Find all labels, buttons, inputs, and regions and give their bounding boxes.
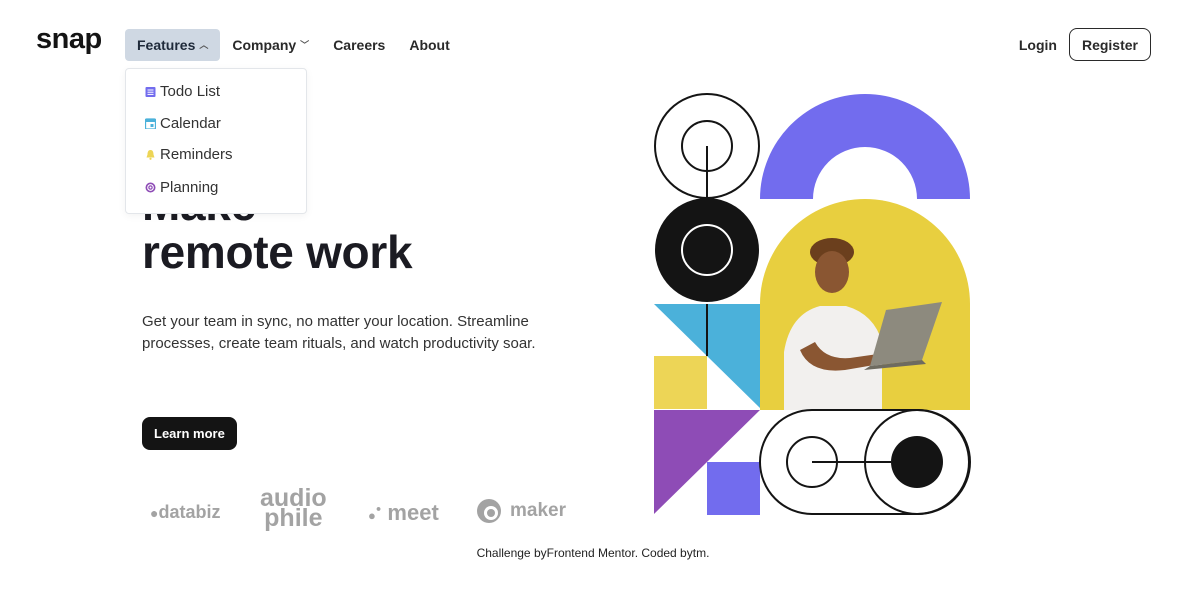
audiophile-line-2: phile xyxy=(264,504,323,532)
databiz-name: databiz xyxy=(158,502,221,522)
learn-more-button[interactable]: Learn more xyxy=(142,417,237,450)
attribution-footer: Challenge byFrontend Mentor. Coded bytm. xyxy=(0,546,1186,560)
menu-item-todo-list[interactable]: Todo List xyxy=(145,83,220,100)
databiz-logo: ●databiz xyxy=(150,502,220,523)
features-dropdown: Todo List Calendar Reminders Planning xyxy=(125,68,307,214)
register-button[interactable]: Register xyxy=(1068,28,1151,61)
footer-suffix: . xyxy=(706,546,710,560)
nav-careers[interactable]: Careers xyxy=(321,29,397,61)
menu-item-planning[interactable]: Planning xyxy=(145,179,218,196)
frontend-mentor-link[interactable]: Frontend Mentor xyxy=(547,546,635,560)
menu-item-calendar[interactable]: Calendar xyxy=(145,115,221,132)
auth-area: Login Register xyxy=(1019,28,1151,61)
nav-company[interactable]: Company ﹀ xyxy=(220,29,321,61)
nav-features[interactable]: Features ︿ xyxy=(125,29,221,61)
hero-description: Get your team in sync, no matter your lo… xyxy=(142,313,536,352)
maker-mark-icon xyxy=(477,499,501,523)
menu-item-label: Reminders xyxy=(160,146,233,163)
footer-middle: . Coded by xyxy=(634,546,693,560)
meet-name: meet xyxy=(387,500,439,525)
chevron-up-icon: ︿ xyxy=(199,39,209,50)
capsule-black-dot xyxy=(891,436,943,488)
chevron-down-icon: ﹀ xyxy=(300,39,310,50)
bell-icon xyxy=(146,150,155,160)
violet-arch xyxy=(760,94,970,199)
calendar-icon xyxy=(145,118,156,129)
nav-company-label: Company xyxy=(232,37,297,53)
menu-item-label: Planning xyxy=(160,179,219,196)
footer-prefix: Challenge by xyxy=(476,546,547,560)
menu-item-label: Calendar xyxy=(160,115,221,132)
menu-item-reminders[interactable]: Reminders xyxy=(145,146,233,163)
violet-square xyxy=(707,462,760,515)
snap-logo[interactable]: snap xyxy=(36,25,102,54)
client-logos: ●databiz audio phile ●● meet maker xyxy=(150,486,570,536)
nav-about[interactable]: About xyxy=(397,29,461,61)
menu-item-label: Todo List xyxy=(160,83,221,100)
maker-name: maker xyxy=(510,500,566,521)
nav-features-label: Features xyxy=(137,37,196,53)
headline-line-2: remote work xyxy=(142,226,413,279)
black-circle xyxy=(655,198,759,302)
author-link[interactable]: tm xyxy=(693,546,706,560)
maker-logo: maker xyxy=(476,498,566,524)
hero-illustration xyxy=(654,93,971,515)
todo-list-icon xyxy=(145,87,156,97)
yellow-square xyxy=(654,356,707,409)
login-link[interactable]: Login xyxy=(1019,37,1057,53)
audiophile-logo: audio phile xyxy=(260,486,327,532)
meet-logo: ●● meet xyxy=(368,500,439,526)
main-nav: Features ︿ Company ﹀ Careers About xyxy=(125,29,462,61)
meet-dot-icon-2: ● xyxy=(375,503,382,514)
meet-dots-icon: ● xyxy=(368,508,376,523)
planning-icon xyxy=(145,182,156,193)
